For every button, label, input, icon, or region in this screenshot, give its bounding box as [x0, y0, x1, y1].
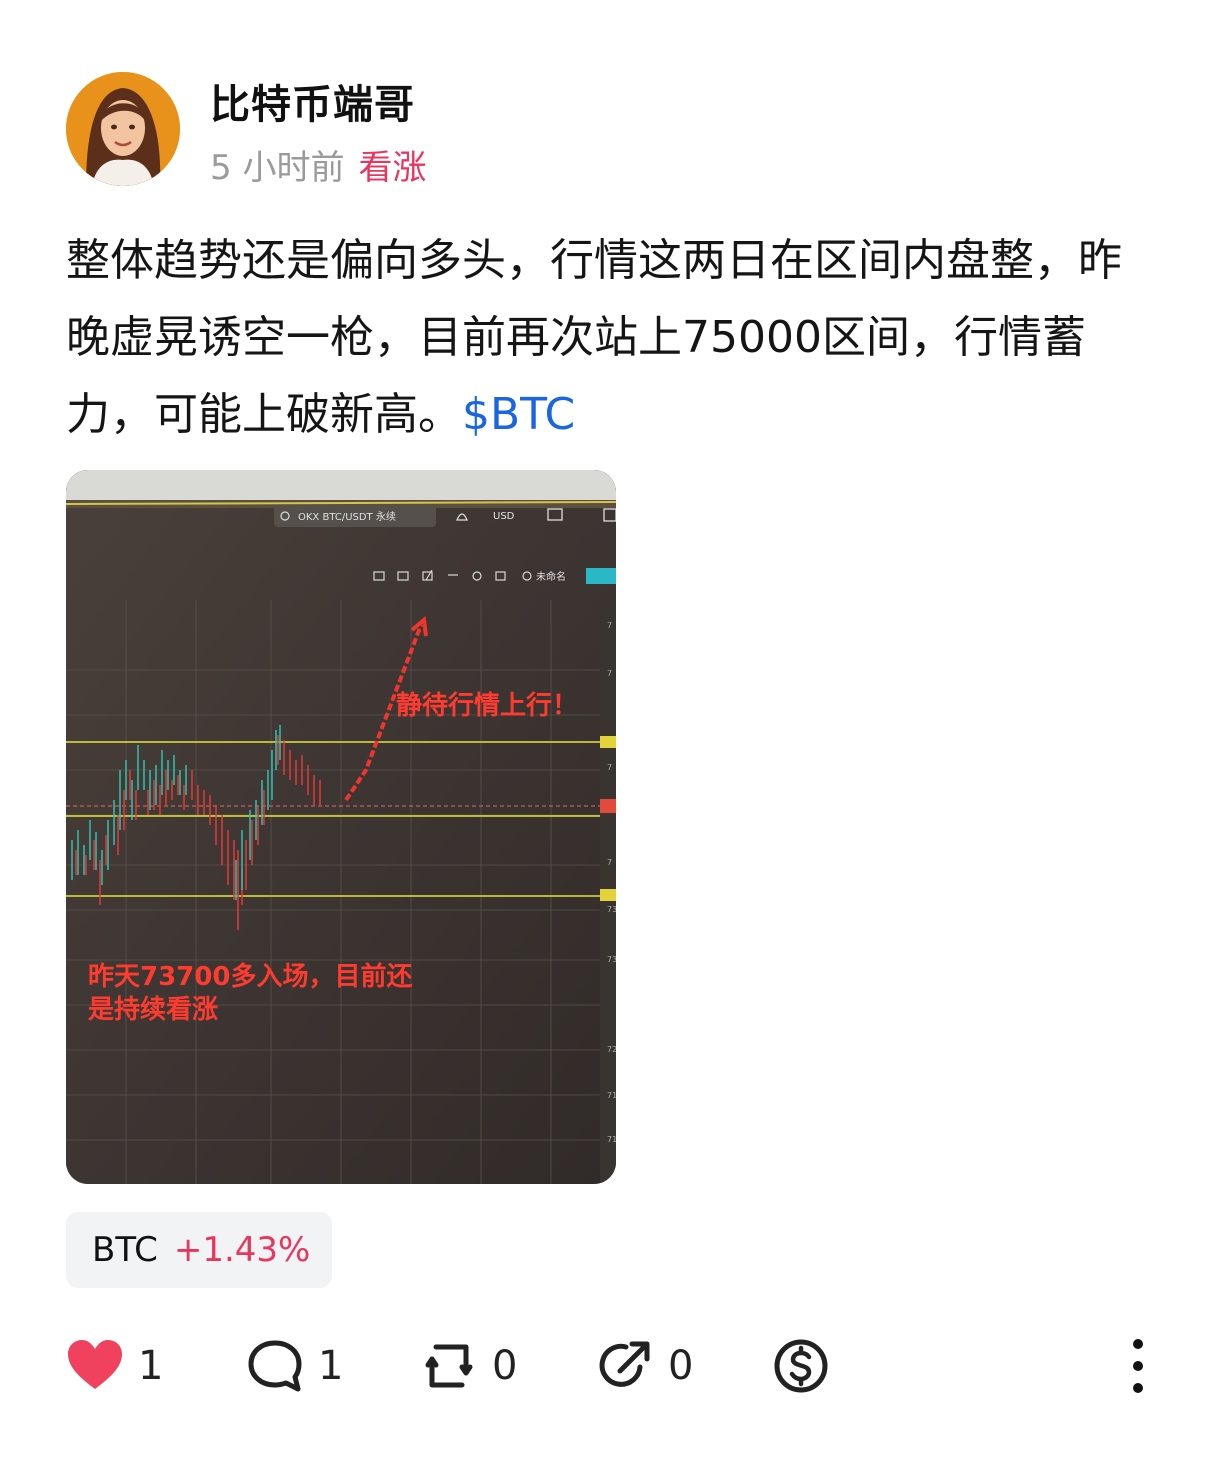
repost-button[interactable]: 0: [420, 1330, 517, 1402]
post-meta: 5 小时前 看涨: [210, 140, 426, 189]
dollar-coin-icon: [774, 1339, 828, 1393]
comment-count: 1: [318, 1343, 344, 1389]
chart-photo: OKX BTC/USDT 永续 USD 未命名 7 7 7 7 73 73 72…: [66, 470, 616, 1184]
post-time: 5 小时前: [210, 148, 345, 188]
search-text: OKX BTC/USDT 永续: [298, 510, 396, 523]
annotation-bottom-1: 昨天73700多入场，目前还: [88, 961, 413, 992]
annotation-up: 静待行情上行！: [396, 690, 578, 721]
heart-icon: [68, 1340, 122, 1389]
post-body: 整体趋势还是偏向多头，行情这两日在区间内盘整，昨晚虚晃诱空一枪，目前再次站上75…: [66, 222, 1156, 453]
comment-button[interactable]: 1: [246, 1330, 343, 1402]
author-name[interactable]: 比特币端哥: [210, 72, 415, 130]
like-button[interactable]: 1: [66, 1330, 163, 1402]
post-text: 整体趋势还是偏向多头，行情这两日在区间内盘整，昨晚虚晃诱空一枪，目前再次站上75…: [66, 235, 1122, 440]
comment-icon: [248, 1340, 302, 1392]
annotation-bottom-2: 是持续看涨: [88, 994, 218, 1025]
tip-button[interactable]: [772, 1330, 830, 1402]
ticker-chip[interactable]: BTC +1.43%: [66, 1212, 332, 1288]
share-button[interactable]: 0: [596, 1330, 693, 1402]
ticker-symbol: BTC: [92, 1230, 158, 1270]
layout-name: 未命名: [536, 570, 566, 583]
svg-text:73: 73: [607, 955, 616, 964]
svg-text:7: 7: [607, 858, 612, 867]
repost-count: 0: [492, 1343, 518, 1389]
svg-text:7: 7: [607, 621, 612, 630]
share-icon: [599, 1341, 650, 1387]
svg-text:71: 71: [607, 1135, 616, 1144]
svg-text:7: 7: [607, 669, 612, 678]
avatar-image: [66, 72, 180, 186]
post-image[interactable]: OKX BTC/USDT 永续 USD 未命名 7 7 7 7 73 73 72…: [66, 470, 616, 1184]
cashtag-link[interactable]: $BTC: [462, 389, 575, 440]
share-count: 0: [668, 1343, 694, 1389]
more-options-icon[interactable]: [1120, 1338, 1156, 1394]
author-avatar[interactable]: [66, 72, 180, 186]
svg-text:72: 72: [607, 1045, 616, 1054]
repost-icon: [425, 1344, 473, 1388]
like-count: 1: [138, 1343, 164, 1389]
svg-text:73: 73: [607, 905, 616, 914]
ticker-change: +1.43%: [173, 1230, 311, 1270]
action-bar: 1 1 0 0: [66, 1330, 1156, 1402]
currency-label: USD: [493, 511, 515, 522]
svg-text:71: 71: [607, 1091, 616, 1100]
svg-text:7: 7: [607, 763, 612, 772]
sentiment-badge: 看涨: [358, 148, 427, 188]
